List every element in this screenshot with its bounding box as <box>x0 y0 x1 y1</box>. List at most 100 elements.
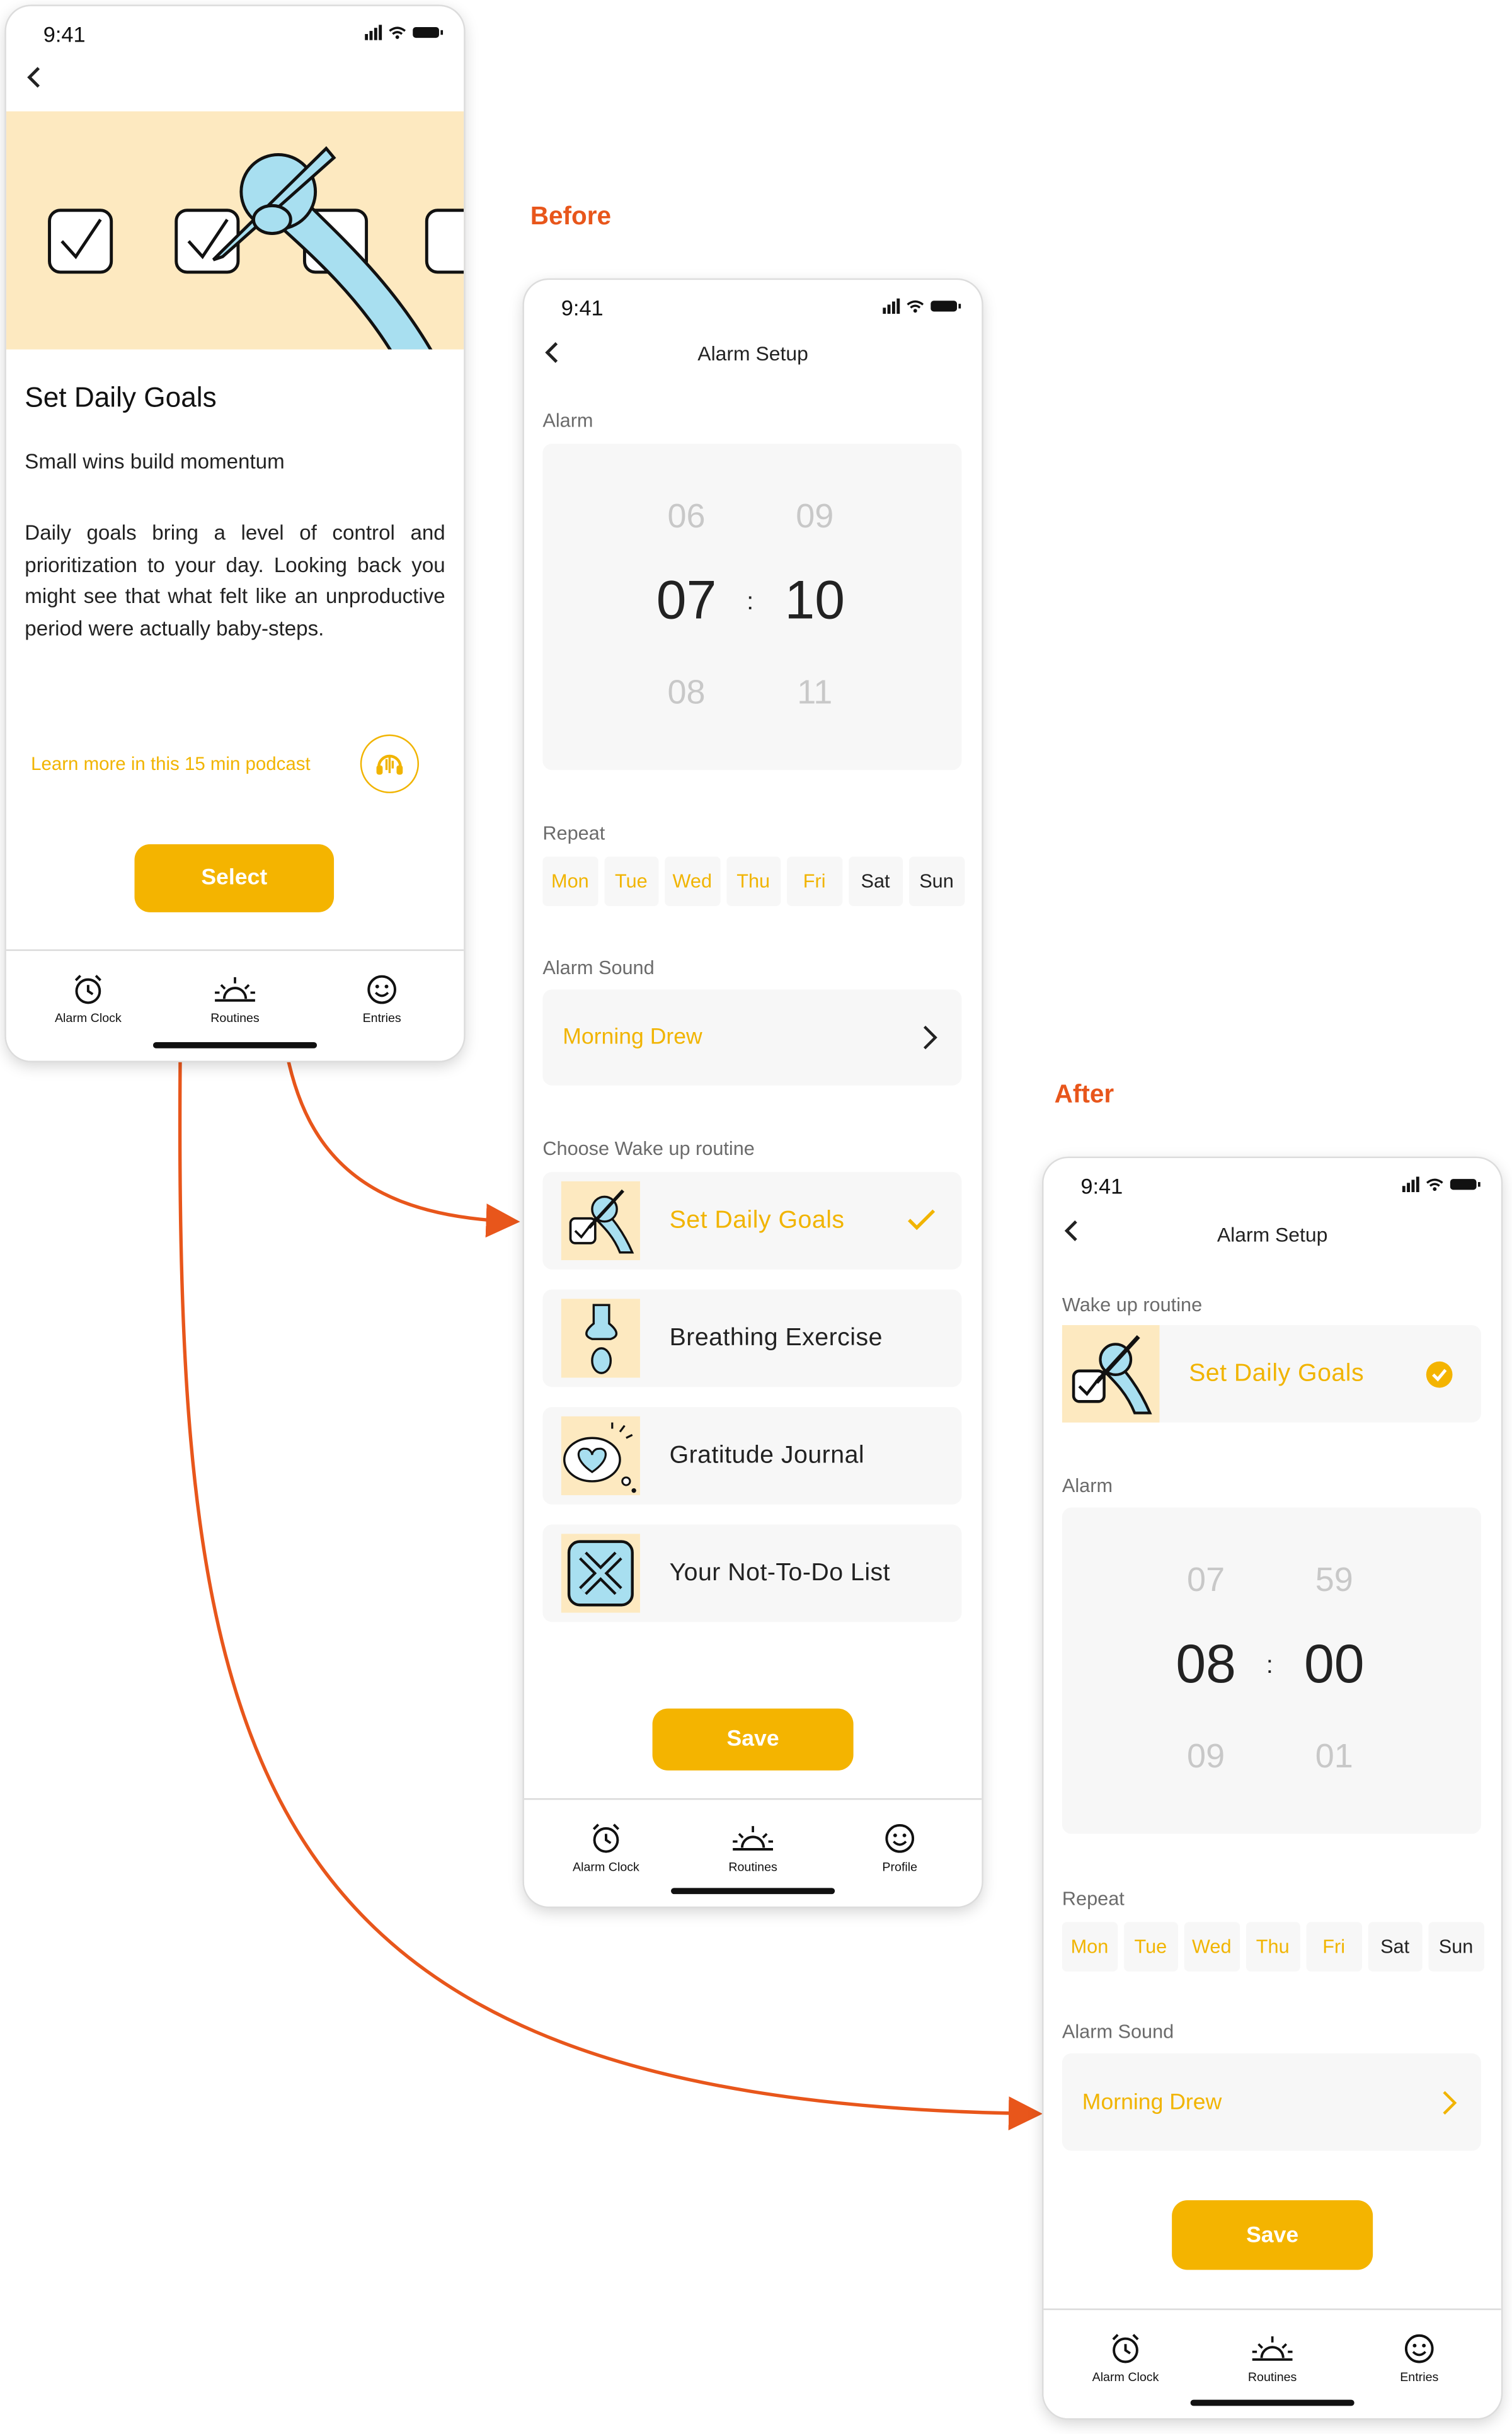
alarm-sound-label: Alarm Sound <box>542 957 655 979</box>
chevron-right-icon <box>1443 2090 1457 2114</box>
save-button[interactable]: Save <box>652 1708 854 1771</box>
day-toggle-mon[interactable]: Mon <box>1062 1922 1118 1972</box>
day-toggle-tue[interactable]: Tue <box>1123 1922 1178 1972</box>
hour-selected[interactable]: 07 <box>640 571 733 633</box>
day-toggle-fri[interactable]: Fri <box>787 856 842 907</box>
tab-bar: Alarm Clock Routines Entries <box>1043 2308 1501 2419</box>
after-alarm-setup-screen: 9:41 Alarm Setup Wake up routine Set Dai… <box>1043 1158 1501 2419</box>
goal-subtitle: Small wins build momentum <box>25 450 285 473</box>
alarm-clock-icon <box>74 975 101 1004</box>
routine-item-gratitude[interactable]: Gratitude Journal <box>542 1407 962 1505</box>
smiley-icon <box>367 975 396 1004</box>
tab-alarm-clock[interactable]: Alarm Clock <box>18 973 158 1025</box>
before-alarm-setup-screen: 9:41 Alarm Setup Alarm 06 09 07 : 10 08 … <box>524 280 982 1907</box>
tab-label: Alarm Clock <box>54 1011 122 1026</box>
tab-label: Profile <box>882 1860 918 1874</box>
smiley-icon <box>885 1823 915 1853</box>
tab-label: Routines <box>728 1860 777 1874</box>
gratitude-icon <box>561 1416 640 1496</box>
tab-entries[interactable]: Entries <box>312 973 452 1025</box>
routine-item-breathing[interactable]: Breathing Exercise <box>542 1289 962 1387</box>
day-toggle-wed[interactable]: Wed <box>1184 1922 1239 1972</box>
hour-next: 09 <box>1187 1736 1225 1776</box>
tab-alarm-clock[interactable]: Alarm Clock <box>537 1822 676 1874</box>
status-icons <box>365 25 444 40</box>
alarm-clock-icon <box>592 1823 619 1853</box>
minute-selected[interactable]: 00 <box>1288 1634 1380 1696</box>
screen-title: Alarm Setup <box>1217 1223 1328 1246</box>
day-toggle-sat[interactable]: Sat <box>848 856 903 907</box>
save-button[interactable]: Save <box>1172 2200 1373 2270</box>
day-toggle-fri[interactable]: Fri <box>1306 1922 1361 1972</box>
goal-illustration <box>6 111 464 350</box>
sunrise-icon <box>1252 2336 1293 2361</box>
alarm-sound-row[interactable]: Morning Drew <box>542 989 962 1086</box>
goal-body: Daily goals bring a level of control and… <box>25 520 445 640</box>
wake-routine-label: Wake up routine <box>1062 1294 1203 1316</box>
time-picker[interactable]: 07 59 08 : 00 09 01 <box>1062 1507 1481 1834</box>
check-circle-icon <box>1426 1361 1453 1388</box>
podcast-link[interactable]: Learn more in this 15 min podcast <box>31 753 311 774</box>
tab-bar: Alarm Clock Routines Entries <box>6 949 464 1061</box>
tab-routines[interactable]: Routines <box>166 973 305 1025</box>
alarm-sound-label: Alarm Sound <box>1062 2021 1174 2043</box>
time-picker[interactable]: 06 09 07 : 10 08 11 <box>542 444 962 771</box>
day-toggle-sun[interactable]: Sun <box>908 856 965 907</box>
day-toggle-sun[interactable]: Sun <box>1428 1922 1484 1972</box>
routine-label: Choose Wake up routine <box>542 1138 755 1160</box>
routine-label-not-to-do: Your Not-To-Do List <box>669 1559 891 1586</box>
breathing-icon <box>561 1299 640 1378</box>
hour-prev: 06 <box>667 496 706 536</box>
smiley-icon <box>1404 2334 1434 2363</box>
routine-item-daily-goals[interactable]: Set Daily Goals <box>542 1172 962 1270</box>
tab-label: Alarm Clock <box>1092 2370 1159 2385</box>
checkmark-icon <box>908 1209 936 1231</box>
alarm-label: Alarm <box>542 410 593 432</box>
selected-routine-row[interactable]: Set Daily Goals <box>1062 1325 1481 1423</box>
minute-selected[interactable]: 10 <box>769 571 861 633</box>
tab-alarm-clock[interactable]: Alarm Clock <box>1056 2332 1195 2384</box>
repeat-label: Repeat <box>542 822 605 844</box>
tab-label: Entries <box>362 1011 401 1026</box>
day-toggle-thu[interactable]: Thu <box>1245 1922 1300 1972</box>
not-to-do-icon <box>561 1534 640 1613</box>
tab-profile[interactable]: Profile <box>830 1822 970 1874</box>
routine-item-not-to-do[interactable]: Your Not-To-Do List <box>542 1524 962 1622</box>
select-button[interactable]: Select <box>134 844 335 912</box>
back-chevron-icon[interactable] <box>21 65 46 89</box>
home-indicator <box>152 1042 318 1048</box>
tab-entries[interactable]: Entries <box>1349 2332 1489 2384</box>
sunrise-icon <box>215 977 255 1002</box>
repeat-label: Repeat <box>1062 1888 1125 1910</box>
time-separator: : <box>1266 1653 1273 1680</box>
status-time: 9:41 <box>1080 1173 1123 1198</box>
podcast-button[interactable] <box>360 734 420 793</box>
minute-next: 11 <box>797 672 833 711</box>
day-toggle-thu[interactable]: Thu <box>726 856 781 907</box>
hour-prev: 07 <box>1187 1560 1225 1599</box>
tab-routines[interactable]: Routines <box>684 1822 823 1874</box>
daily-goals-icon <box>1062 1325 1160 1423</box>
day-toggle-sat[interactable]: Sat <box>1367 1922 1423 1972</box>
time-separator: : <box>747 588 754 616</box>
hour-next: 08 <box>667 672 706 711</box>
alarm-clock-icon <box>1112 2334 1139 2363</box>
canvas: Before After 9:41 Set Daily Goals Small … <box>0 0 1512 2433</box>
alarm-sound-row[interactable]: Morning Drew <box>1062 2053 1481 2151</box>
tab-bar: Alarm Clock Routines Profile <box>524 1798 982 1907</box>
hour-selected[interactable]: 08 <box>1160 1634 1252 1696</box>
minute-prev: 59 <box>1315 1560 1353 1599</box>
status-icons <box>1402 1176 1480 1193</box>
day-toggle-mon[interactable]: Mon <box>542 856 598 907</box>
day-toggle-tue[interactable]: Tue <box>604 856 659 907</box>
day-toggle-wed[interactable]: Wed <box>665 856 720 907</box>
screen-title: Alarm Setup <box>697 342 808 365</box>
chevron-right-icon <box>923 1025 937 1050</box>
routine-value: Set Daily Goals <box>1189 1360 1365 1387</box>
before-caption: Before <box>530 202 611 231</box>
tab-routines[interactable]: Routines <box>1203 2332 1342 2384</box>
routine-label-gratitude: Gratitude Journal <box>669 1442 865 1469</box>
repeat-days: Mon Tue Wed Thu Fri Sat Sun <box>1062 1922 1484 1972</box>
after-caption: After <box>1054 1081 1114 1109</box>
home-indicator <box>671 1888 835 1895</box>
